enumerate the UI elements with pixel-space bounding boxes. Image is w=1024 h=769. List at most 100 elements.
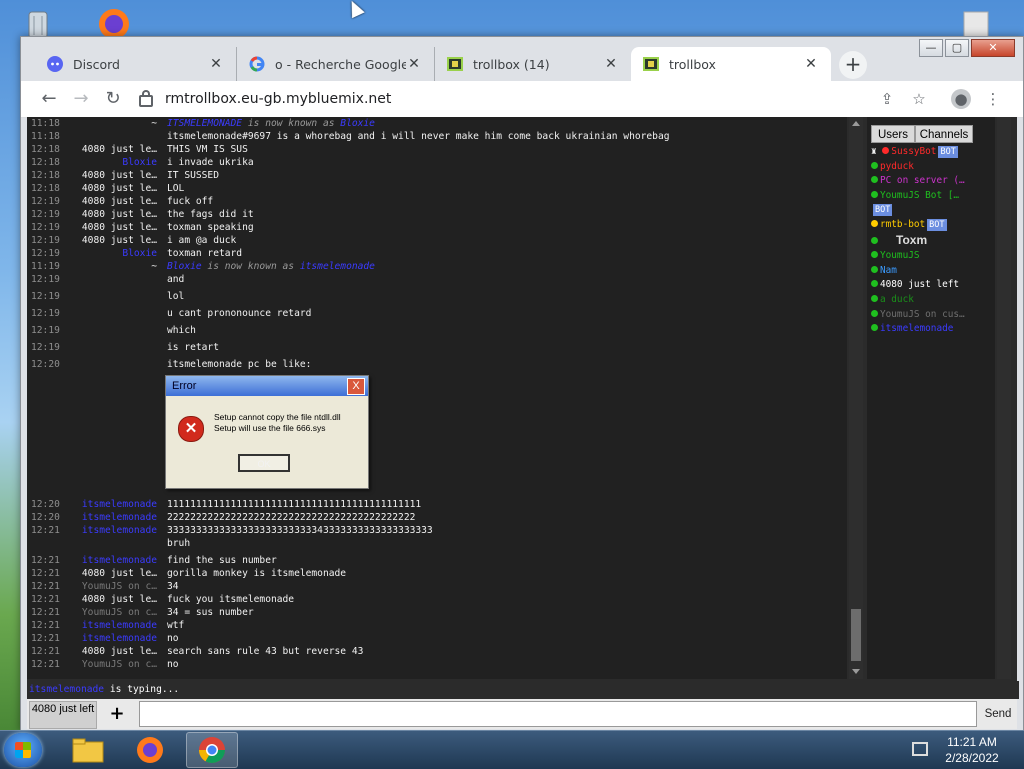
message-nick[interactable]: ~ [71,117,167,130]
firefox-desktop-icon[interactable] [96,4,132,40]
chat-message: 12:19 4080 just le… i am @a duck [27,234,847,247]
chrome-icon[interactable] [186,732,238,768]
message-nick[interactable]: 4080 just le… [71,143,167,156]
message-nick[interactable]: itsmelemonade [71,524,167,537]
user-list-item[interactable]: YoumuJS [871,249,991,264]
google-icon [249,56,265,72]
dialog-line-1: Setup cannot copy the file ntdll.dll [214,412,341,422]
profile-avatar-icon[interactable]: ● [951,89,971,109]
share-icon[interactable]: ⇪ [877,89,897,109]
error-dialog-image[interactable]: Error X ✕ Setup cannot copy the file ntdll.… [165,375,369,489]
close-tab-icon[interactable]: ✕ [803,56,819,72]
system-text: is now known as [242,118,341,129]
user-list-item[interactable]: a duck [871,293,991,308]
message-input[interactable] [139,701,977,727]
close-window-button[interactable]: ✕ [971,39,1015,57]
user-name: Toxm [896,232,928,247]
bookmark-star-icon[interactable]: ☆ [909,89,929,109]
close-tab-icon[interactable]: ✕ [208,56,224,72]
chat-message: 12:19 and [27,273,847,290]
chat-message: 12:19 u cant prononounce retard [27,307,847,324]
close-tab-icon[interactable]: ✕ [603,56,619,72]
message-nick[interactable]: 4080 just le… [71,234,167,247]
new-tab-button[interactable]: + [839,51,867,79]
message-nick[interactable]: Bloxie [71,247,167,260]
start-button[interactable] [4,733,42,767]
forward-button[interactable]: → [69,87,93,111]
close-tab-icon[interactable]: ✕ [406,56,422,72]
message-time: 12:20 [31,359,60,370]
minimize-button[interactable]: — [919,39,943,57]
tab-trollbox[interactable]: trollbox ✕ [631,47,831,81]
user-list-item[interactable]: Toxm [871,233,991,250]
message-nick[interactable]: itsmelemonade [71,511,167,524]
message-nick[interactable]: itsmelemonade [71,632,167,645]
reload-button[interactable]: ↻ [101,87,125,111]
send-button[interactable]: Send [981,701,1015,727]
room-selector-button[interactable]: 4080 just left [29,701,97,729]
chat-message: 12:19 4080 just le… fuck off [27,195,847,208]
firefox-icon[interactable] [124,732,176,768]
message-nick[interactable]: YoumuJS on c… [71,606,167,619]
tab-discord[interactable]: Discord ✕ [35,47,237,81]
network-tray-icon[interactable] [912,742,928,756]
message-nick[interactable]: 4080 just le… [71,593,167,606]
chat-message: 12:21 4080 just le… search sans rule 43 bu… [27,645,847,658]
tab-users[interactable]: Users [871,125,915,143]
back-button[interactable]: ← [37,87,61,111]
menu-kebab-icon[interactable]: ⋮ [983,89,1003,109]
message-nick[interactable]: itsmelemonade [71,554,167,567]
status-dot-icon [871,280,878,288]
dialog-message: Setup cannot copy the file ntdll.dll Setu… [214,412,341,434]
message-nick[interactable]: 4080 just le… [71,645,167,658]
message-nick[interactable]: itsmelemonade [71,498,167,511]
message-nick[interactable]: 4080 just le… [71,221,167,234]
user-list-item[interactable]: ♜ SussyBot BOT [871,145,991,160]
system-text: is now known as [201,261,300,272]
message-nick[interactable]: 4080 just le… [71,182,167,195]
user-list-item[interactable]: YoumuJS on cus… [871,308,991,323]
message-nick[interactable]: 4080 just le… [71,208,167,221]
message-time: 12:19 [31,196,60,207]
message-nick[interactable]: itsmelemonade [71,619,167,632]
chat-message: 12:21 itsmelemonade wtf [27,619,847,632]
message-time: 12:18 [31,157,60,168]
message-time: 12:18 [31,170,60,181]
sidebar-scrollbar[interactable] [997,117,1011,679]
message-time: 12:19 [31,325,60,336]
tab-trollbox-14[interactable]: trollbox (14) ✕ [435,47,631,81]
maximize-button[interactable]: ▢ [945,39,969,57]
user-list-item[interactable]: rmtb-bot BOT [871,218,991,233]
user-list-item[interactable]: 4080 just left [871,278,991,293]
mouse-cursor [345,0,365,19]
discord-icon [47,56,63,72]
attach-plus-button[interactable]: + [103,702,131,726]
message-nick[interactable]: 4080 just le… [71,169,167,182]
tab-channels[interactable]: Channels [915,125,973,143]
url-text: rmtrollbox.eu-gb.mybluemix.net [165,91,392,107]
chat-message: 12:19 is retart [27,341,847,358]
address-bar[interactable]: rmtrollbox.eu-gb.mybluemix.net [139,85,839,113]
user-list-item[interactable]: PC on server (… [871,174,991,189]
taskbar-clock[interactable]: 11:21 AM 2/28/2022 [936,734,1008,766]
user-list-item[interactable]: itsmelemonade [871,322,991,337]
message-text: bruh [167,538,191,549]
chat-scrollbar[interactable] [849,117,863,679]
user-list-item[interactable]: YoumuJS Bot [… BOT [871,189,991,218]
message-nick[interactable]: YoumuJS on c… [71,658,167,671]
message-nick[interactable]: 4080 just le… [71,567,167,580]
message-text: toxman retard [167,248,243,259]
message-nick[interactable]: ~ [71,260,167,273]
message-nick[interactable]: 4080 just le… [71,195,167,208]
user-list-item[interactable]: pyduck [871,160,991,175]
chat-log[interactable]: 11:18 ~ ITSMELEMONADE is now known as Blox… [27,117,847,679]
user-list-item[interactable]: Nam [871,264,991,279]
chat-message: 12:21 YoumuJS on c… no [27,658,847,671]
tab-google[interactable]: o - Recherche Google ✕ [237,47,435,81]
message-nick[interactable]: Bloxie [71,156,167,169]
message-nick[interactable]: YoumuJS on c… [71,580,167,593]
message-text: fuck off [167,196,214,207]
message-text: IT SUSSED [167,170,219,181]
explorer-icon[interactable] [62,732,114,768]
status-dot-icon [882,147,890,154]
